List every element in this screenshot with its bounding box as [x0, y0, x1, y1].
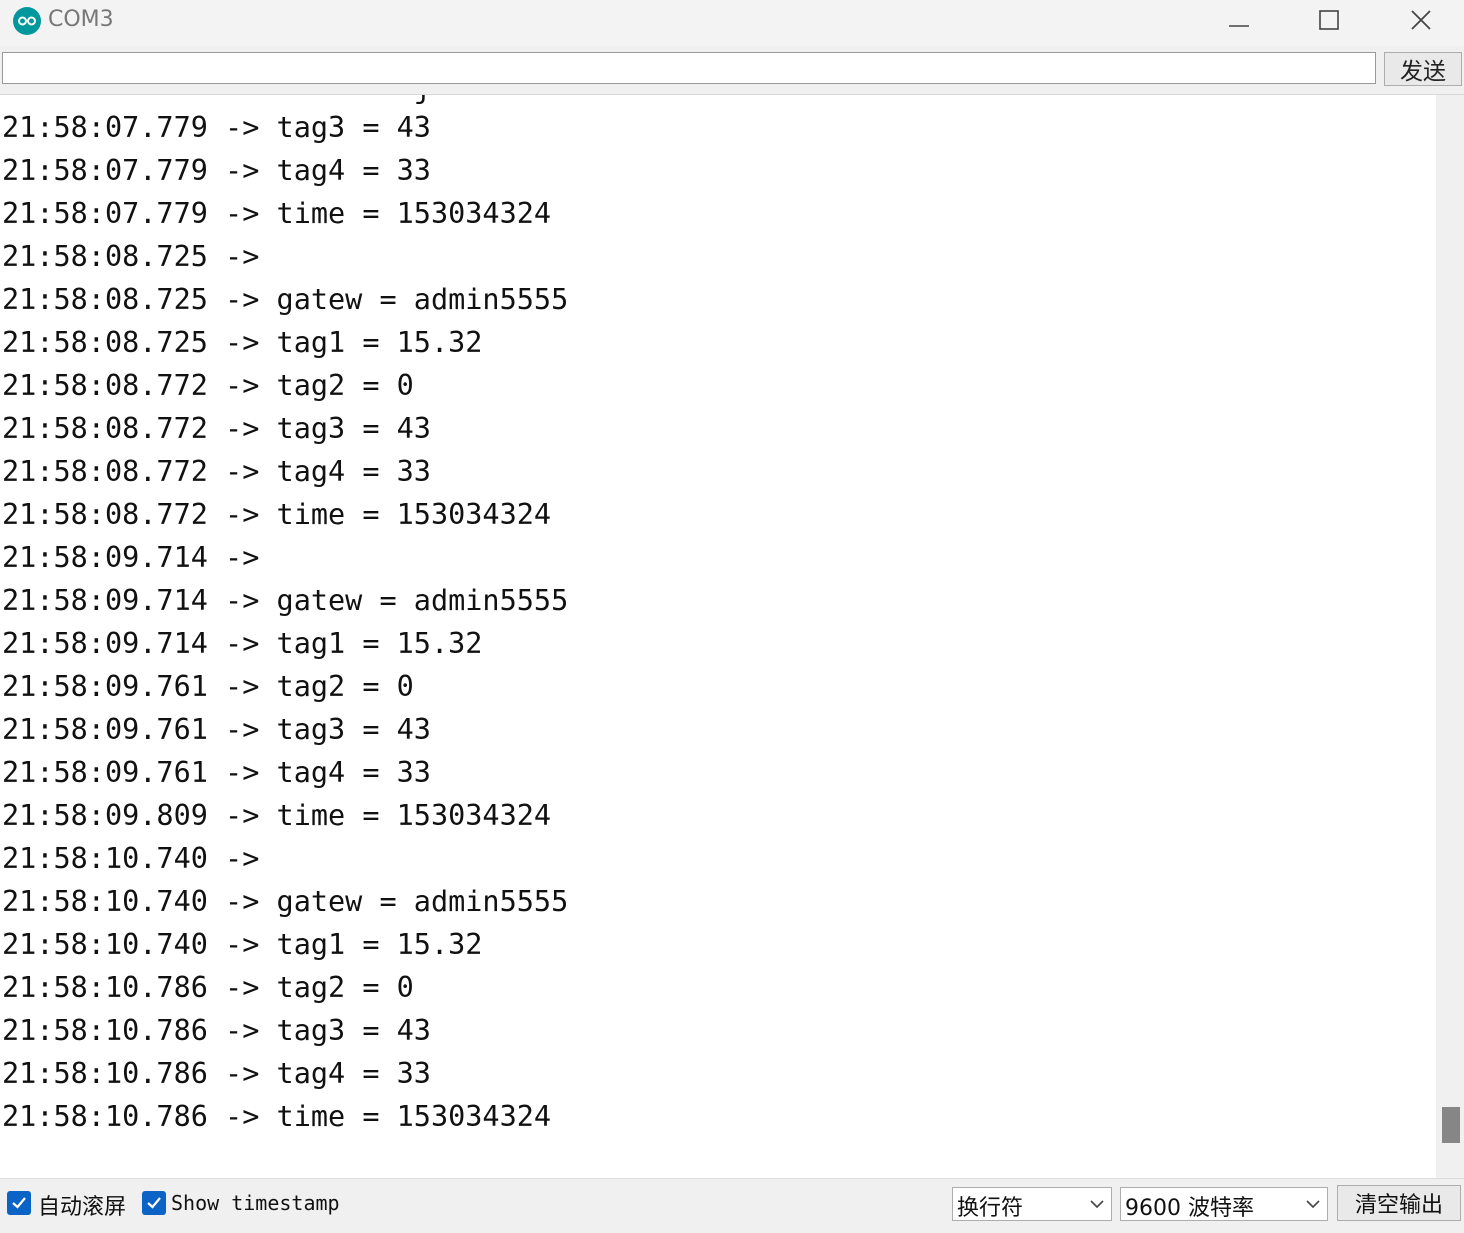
output-line: 21:58:08.772 -> tag3 = 43 [2, 412, 431, 445]
minimize-icon [1229, 25, 1249, 27]
chevron-down-icon [1306, 1200, 1320, 1209]
line-ending-select[interactable]: 换行符 [952, 1187, 1112, 1221]
output-line: 21:58:10.786 -> tag3 = 43 [2, 1014, 431, 1047]
output-line: 21:58:10.786 -> tag4 = 33 [2, 1057, 431, 1090]
autoscroll-label: 自动滚屏 [38, 1195, 127, 1220]
output-line: 21:58:08.772 -> time = 153034324 [2, 498, 552, 531]
baud-rate-value: 9600 波特率 [1125, 1196, 1254, 1221]
title-bar: COM3 [0, 0, 1464, 46]
send-button[interactable]: 发送 [1384, 52, 1462, 86]
output-line: 21:58:10.786 -> time = 153034324 [2, 1100, 552, 1133]
output-line: 21:58:10.740 -> [2, 842, 260, 875]
minimize-button[interactable] [1194, 0, 1284, 40]
autoscroll-checkbox[interactable] [7, 1191, 31, 1215]
output-line: 21:58:09.761 -> tag2 = 0 [2, 670, 414, 703]
arduino-logo-icon [13, 7, 41, 35]
output-line: 21:58:07.779 -> tag4 = 33 [2, 154, 431, 187]
baud-rate-select[interactable]: 9600 波特率 [1120, 1187, 1328, 1221]
maximize-button[interactable] [1284, 0, 1374, 40]
serial-output[interactable]: j 21:58:07.779 -> tag3 = 43 21:58:07.779… [0, 95, 1436, 1178]
scrollbar-thumb[interactable] [1442, 1107, 1460, 1143]
output-line: 21:58:08.772 -> tag4 = 33 [2, 455, 431, 488]
send-input[interactable] [2, 52, 1376, 84]
line-ending-value: 换行符 [957, 1196, 1024, 1221]
output-line: 21:58:10.740 -> tag1 = 15.32 [2, 928, 483, 961]
checkmark-icon [147, 1197, 161, 1209]
output-line: 21:58:08.725 -> tag1 = 15.32 [2, 326, 483, 359]
output-line: 21:58:09.714 -> gatew = admin5555 [2, 584, 569, 617]
output-line: 21:58:07.779 -> tag3 = 43 [2, 111, 431, 144]
close-button[interactable] [1376, 0, 1464, 40]
window-title: COM3 [48, 7, 114, 32]
output-line: 21:58:08.772 -> tag2 = 0 [2, 369, 414, 402]
vertical-scrollbar[interactable] [1436, 95, 1464, 1178]
close-icon [1411, 10, 1431, 30]
clear-output-button[interactable]: 清空输出 [1337, 1185, 1461, 1221]
output-line: 21:58:07.779 -> time = 153034324 [2, 197, 552, 230]
maximize-icon [1319, 10, 1339, 30]
output-line: 21:58:08.725 -> gatew = admin5555 [2, 283, 569, 316]
output-line: 21:58:10.786 -> tag2 = 0 [2, 971, 414, 1004]
output-line: 21:58:09.809 -> time = 153034324 [2, 799, 552, 832]
show-timestamp-checkbox[interactable] [142, 1191, 166, 1215]
output-line: 21:58:09.761 -> tag4 = 33 [2, 756, 431, 789]
checkmark-icon [12, 1197, 26, 1209]
chevron-down-icon [1090, 1200, 1104, 1209]
output-line: 21:58:09.714 -> tag1 = 15.32 [2, 627, 483, 660]
output-line: 21:58:10.740 -> gatew = admin5555 [2, 885, 569, 918]
bottom-toolbar: 自动滚屏 Show timestamp 换行符 9600 波特率 清空输出 [0, 1178, 1464, 1233]
output-line: 21:58:09.761 -> tag3 = 43 [2, 713, 431, 746]
output-line: 21:58:08.725 -> [2, 240, 260, 273]
show-timestamp-label: Show timestamp [171, 1191, 340, 1215]
output-line: 21:58:09.714 -> [2, 541, 260, 574]
send-bar: 发送 [0, 46, 1464, 95]
